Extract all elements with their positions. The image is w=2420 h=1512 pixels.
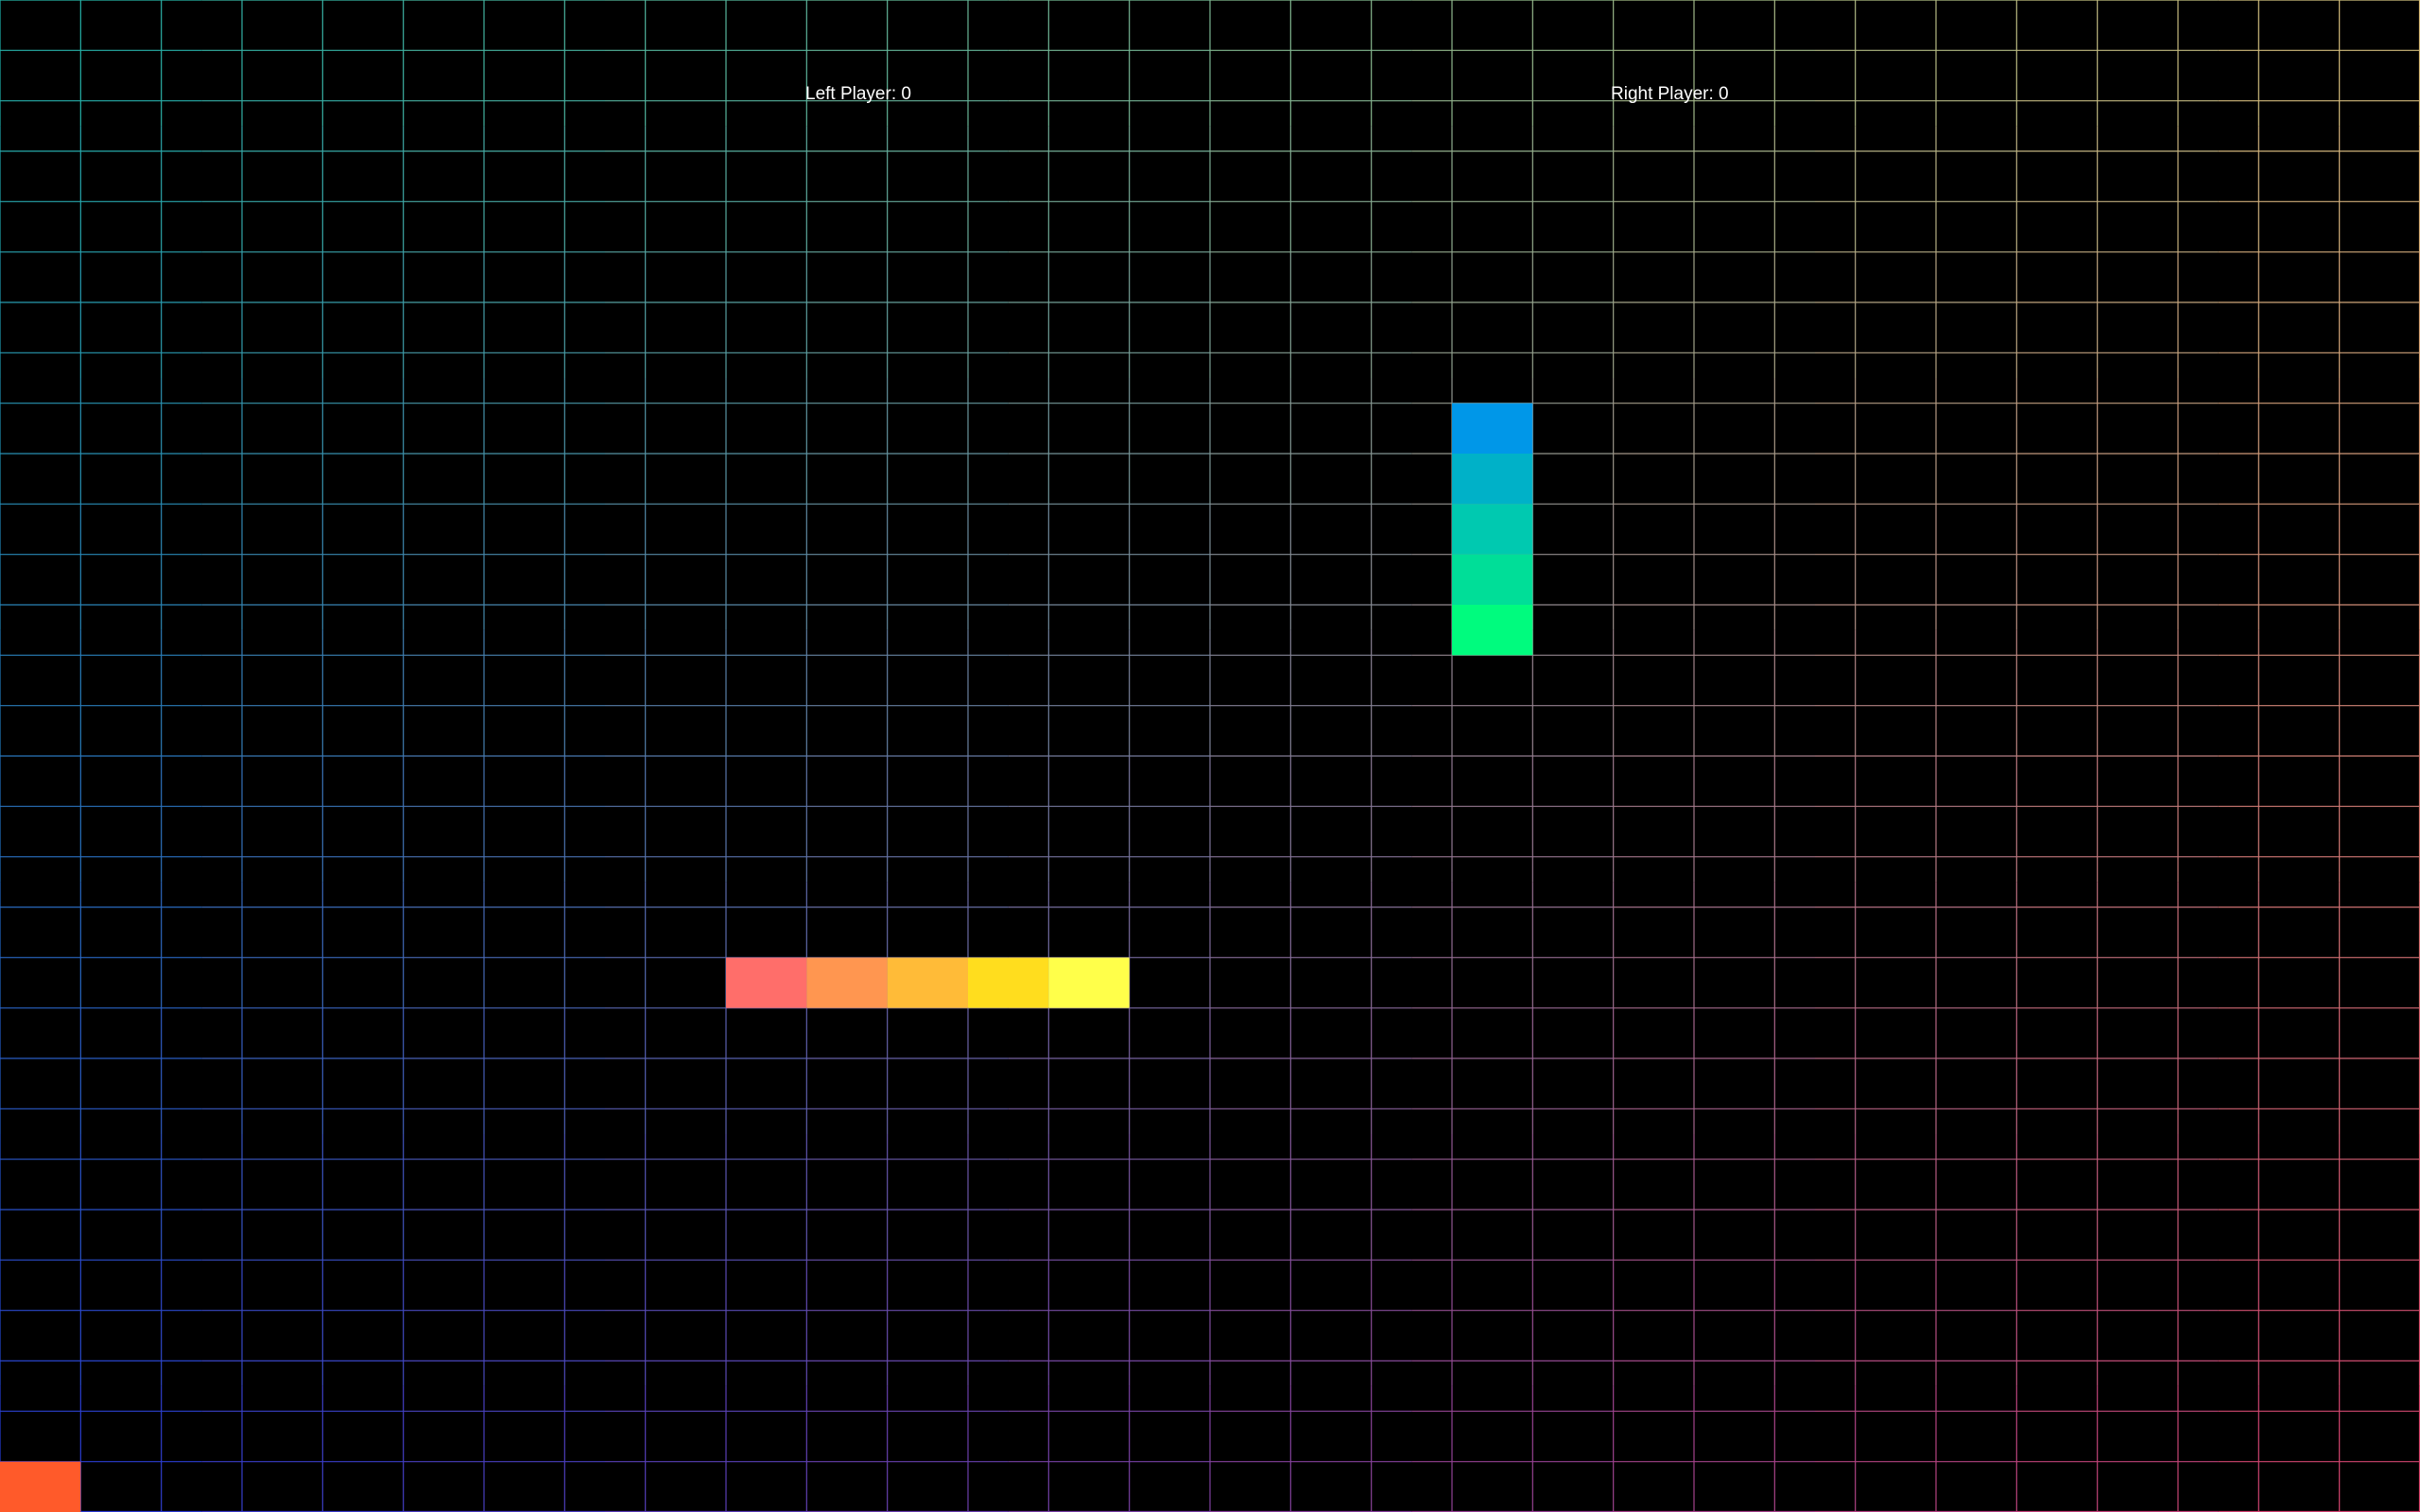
- food-cell: [0, 1461, 81, 1512]
- right-player-snake-segment: [1452, 454, 1533, 505]
- right-player-snake-segment: [1452, 554, 1533, 605]
- right-player-snake-segment: [1452, 605, 1533, 656]
- right-player-snake-segment: [1452, 504, 1533, 555]
- left-player-snake-segment: [726, 957, 807, 1008]
- game-cells: [0, 403, 1533, 1512]
- left-player-snake-segment: [968, 957, 1049, 1008]
- game-board[interactable]: Left Player: 0 Right Player: 0: [0, 0, 2420, 1512]
- left-player-score: Left Player: 0: [805, 84, 911, 104]
- right-player-snake-segment: [1452, 403, 1533, 454]
- left-player-snake-segment: [1048, 957, 1130, 1008]
- left-player-snake-segment: [887, 957, 968, 1008]
- left-player-snake-segment: [806, 957, 888, 1008]
- right-player-score: Right Player: 0: [1611, 84, 1729, 104]
